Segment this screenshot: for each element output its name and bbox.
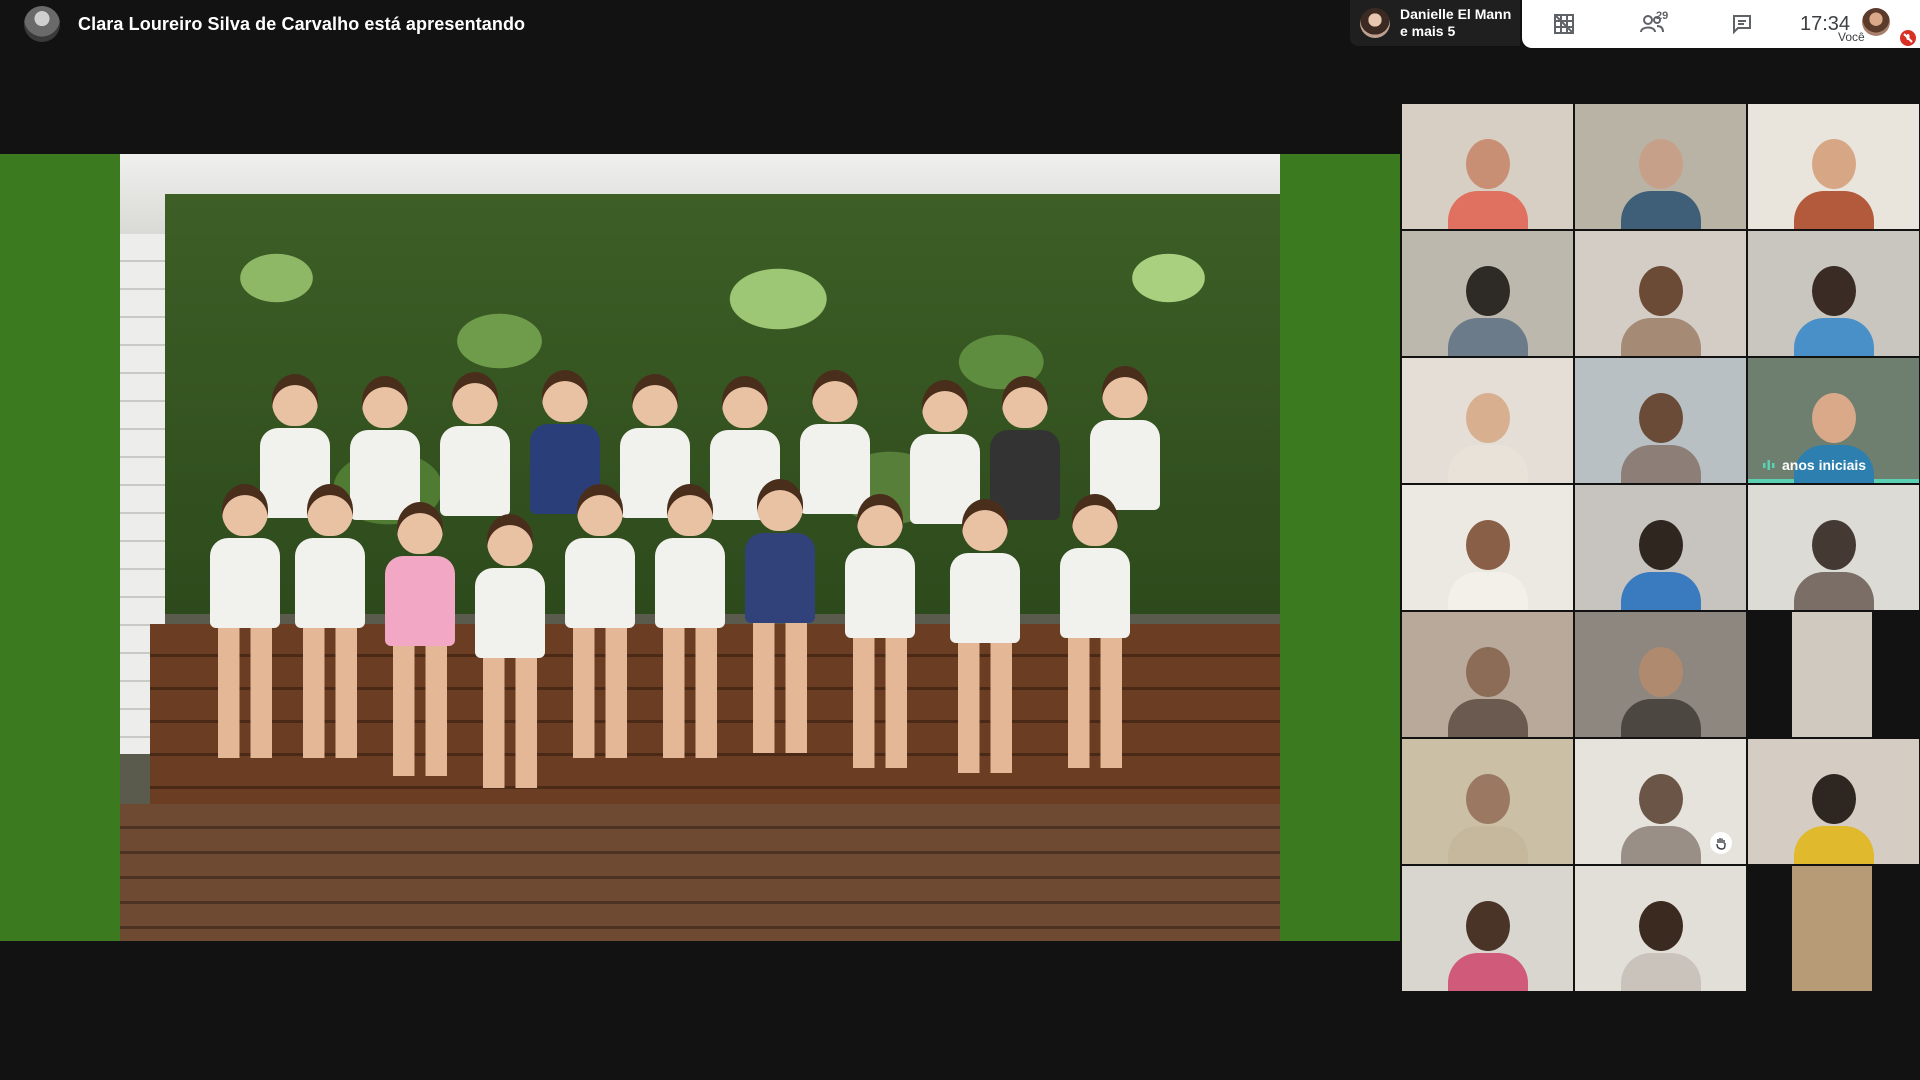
grid-layout-icon [1554,14,1574,34]
photo-child [475,514,545,788]
participant-tile[interactable] [1748,612,1919,737]
class-photo [120,154,1280,941]
participant-tile[interactable] [1575,104,1746,229]
photo-child [845,494,915,768]
raised-hand-icon [1710,832,1732,854]
tile-name-label: anos iniciais [1762,457,1866,473]
presenter-text: Clara Loureiro Silva de Carvalho está ap… [78,13,526,34]
participant-tile[interactable] [1402,612,1573,737]
participant-tile[interactable] [1575,739,1746,864]
photo-child [210,484,280,758]
people-button[interactable]: 29 [1622,0,1682,48]
participant-tile[interactable] [1402,866,1573,991]
photo-child [440,372,510,516]
presenter-bar: Clara Loureiro Silva de Carvalho está ap… [24,6,525,42]
people-count-badge: 29 [1656,10,1669,22]
speaker-others: e mais 5 [1400,23,1456,39]
photo-child [385,502,455,776]
mic-off-icon [1900,30,1916,46]
presentation-stage [0,154,1400,941]
participant-tile[interactable] [1748,739,1919,864]
self-avatar[interactable] [1862,8,1890,36]
chat-button[interactable] [1712,0,1772,48]
photo-child [1060,494,1130,768]
presenter-avatar [24,6,60,42]
photo-deck [120,804,1280,941]
photo-child [1090,366,1160,510]
participant-tile[interactable] [1575,358,1746,483]
participant-tile[interactable] [1575,231,1746,356]
current-speakers-chip[interactable]: Danielle El Mann e mais 5 [1350,0,1520,46]
participant-grid: anos iniciais [1402,104,1920,992]
participant-tile[interactable] [1402,739,1573,864]
photo-child [745,479,815,753]
participant-tile[interactable] [1402,485,1573,610]
speaker-avatar [1360,8,1390,38]
participant-tile[interactable] [1402,231,1573,356]
layout-button[interactable] [1534,0,1594,48]
participant-tile[interactable] [1748,104,1919,229]
participant-tile[interactable] [1402,358,1573,483]
participant-tile[interactable] [1575,612,1746,737]
photo-child [950,499,1020,773]
participant-tile[interactable] [1748,231,1919,356]
participant-tile-active-speaker[interactable]: anos iniciais [1748,358,1919,483]
participant-tile[interactable] [1575,485,1746,610]
chat-icon [1733,15,1751,35]
participant-tile[interactable] [1402,104,1573,229]
speaking-indicator-icon [1763,460,1775,470]
participant-tile[interactable] [1748,866,1919,991]
participant-tile[interactable] [1575,866,1746,991]
photo-child [565,484,635,758]
speaker-name: Danielle El Mann [1400,6,1512,22]
photo-child [655,484,725,758]
participant-tile[interactable] [1748,485,1919,610]
you-label: Você [1838,30,1865,44]
photo-child [295,484,365,758]
